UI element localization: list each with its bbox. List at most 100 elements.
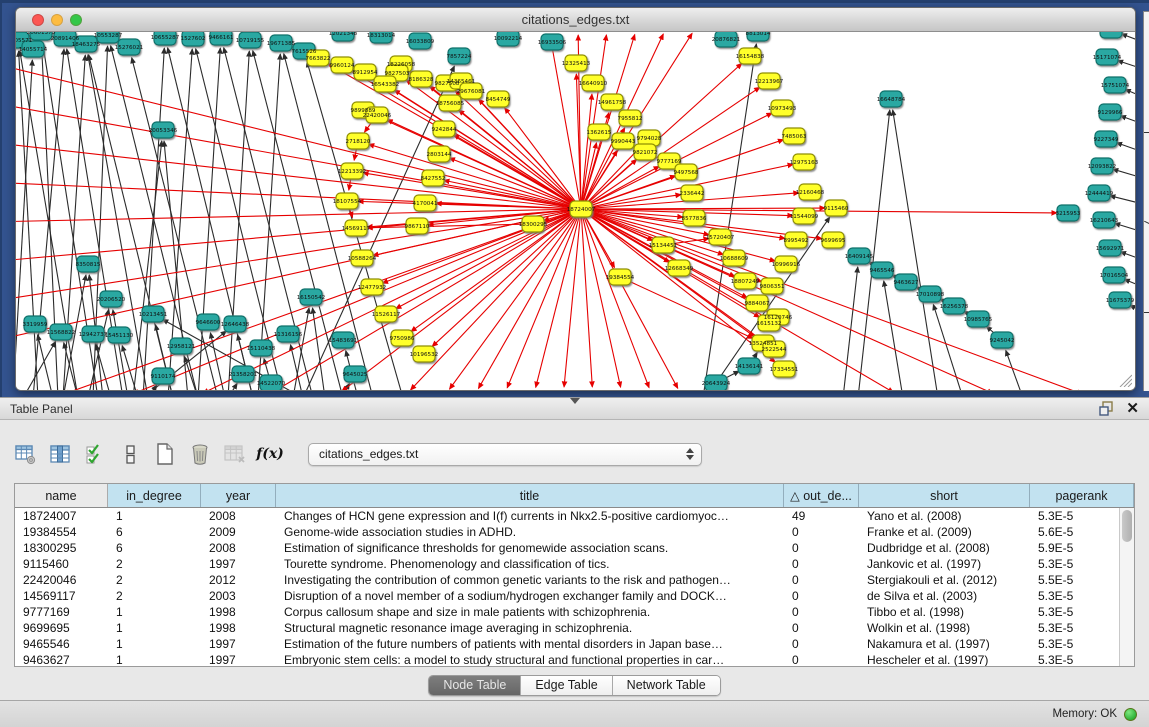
table-cell: 0 <box>784 620 859 636</box>
table-row[interactable]: 911546021997Tourette syndrome. Phenomeno… <box>15 556 1134 572</box>
table-cell: 2008 <box>201 540 276 556</box>
network-window-titlebar[interactable]: citations_edges.txt <box>16 8 1135 32</box>
graph-node-label: 8186328 <box>409 77 434 83</box>
graph-node-label: 1527602 <box>181 36 206 42</box>
graph-node-label: 12213967 <box>755 79 784 85</box>
splitter-handle[interactable] <box>570 398 580 404</box>
graph-node-label: 9699695 <box>821 238 846 244</box>
column-header-6[interactable]: pagerank <box>1030 484 1134 507</box>
graph-node-label: 17010898 <box>916 292 945 298</box>
table-scrollbar[interactable] <box>1119 508 1134 666</box>
function-builder-icon[interactable]: f(x) <box>259 443 281 465</box>
graph-node-label: 18756085 <box>436 101 465 107</box>
graph-node-label: 2803144 <box>427 152 452 158</box>
table-tabs: Node TableEdge TableNetwork Table <box>428 675 720 696</box>
float-panel-icon[interactable] <box>1099 401 1114 416</box>
create-column-icon[interactable] <box>154 443 176 465</box>
tab-edge-table[interactable]: Edge Table <box>521 676 612 695</box>
memory-status-icon[interactable] <box>1124 708 1137 721</box>
table-row[interactable]: 1938455462009Genome-wide association stu… <box>15 524 1134 540</box>
table-cell: Estimation of the future numbers of pati… <box>276 636 784 652</box>
column-header-4[interactable]: △ out_de... <box>784 484 859 507</box>
graph-node-label: 11316156 <box>274 332 303 338</box>
table-row[interactable]: 2242004622012Investigating the contribut… <box>15 572 1134 588</box>
column-header-3[interactable]: title <box>276 484 784 507</box>
network-window[interactable]: citations_edges.txt 13405571206013731405… <box>15 7 1136 391</box>
graph-node-label: 2522544 <box>762 347 787 353</box>
table-cell: Investigating the contribution of common… <box>276 572 784 588</box>
graph-node-label: 12942737 <box>79 332 108 338</box>
table-row[interactable]: 1456911722003Disruption of a novel membe… <box>15 588 1134 604</box>
graph-node-label: 16543382 <box>371 82 399 88</box>
table-row[interactable]: 946362711997Embryonic stem cells: a mode… <box>15 652 1134 666</box>
table-cell: 14569117 <box>15 588 108 604</box>
close-window-button[interactable] <box>32 14 44 26</box>
show-columns-icon[interactable] <box>49 443 71 465</box>
scrollbar-thumb[interactable] <box>1122 510 1132 542</box>
table-cell: 2012 <box>201 572 276 588</box>
graph-node-label: 12325413 <box>562 61 591 67</box>
table-cell: 0 <box>784 652 859 666</box>
select-columns-icon[interactable] <box>84 443 106 465</box>
graph-node-label: 12213392 <box>338 169 366 175</box>
graph-node-label: 9867110 <box>405 224 430 230</box>
resize-grip[interactable] <box>1118 373 1132 387</box>
table-cell: 0 <box>784 636 859 652</box>
graph-node-label: 12958121 <box>167 344 196 350</box>
tab-network-table[interactable]: Network Table <box>613 676 720 695</box>
table-cell: Corpus callosum shape and size in male p… <box>276 604 784 620</box>
column-header-0[interactable]: name <box>15 484 108 507</box>
graph-node-label: 14136141 <box>735 364 764 370</box>
table-row[interactable]: 1830029562008Estimation of significance … <box>15 540 1134 556</box>
graph-node-label: 9794028 <box>637 136 662 142</box>
graph-node-label: 11568822 <box>47 330 75 336</box>
table-cell: Genome-wide association studies in ADHD. <box>276 524 784 540</box>
table-cell: 49 <box>784 508 859 524</box>
network-canvas[interactable]: 1340557120601373140557142089140618463275… <box>16 32 1135 390</box>
graph-node-label: 16150542 <box>297 295 325 301</box>
graph-node-label: 29676081 <box>457 89 486 95</box>
column-header-1[interactable]: in_degree <box>108 484 201 507</box>
table-settings-icon[interactable] <box>14 443 36 465</box>
table-row[interactable]: 977716911998Corpus callosum shape and si… <box>15 604 1134 620</box>
graph-node-label: 20876821 <box>712 37 741 43</box>
table-row[interactable]: 1872400712008Changes of HCN gene express… <box>15 508 1134 524</box>
graph-node-label: 9497568 <box>674 170 699 176</box>
graph-node-label: 10996916 <box>772 262 801 268</box>
table-cell: 1998 <box>201 604 276 620</box>
graph-node-label: 19671385 <box>267 41 296 47</box>
row-mode-icon[interactable] <box>119 443 141 465</box>
graph-node-label: 14365461 <box>447 79 476 85</box>
graph-node-label: 10719155 <box>236 38 265 44</box>
column-header-5[interactable]: short <box>859 484 1030 507</box>
graph-node-label: 15483691 <box>329 338 358 344</box>
table-cell: Tibbo et al. (1998) <box>859 604 1030 620</box>
graph-node-label: 18463275 <box>72 42 101 48</box>
graph-node-label: 18724007 <box>567 207 596 213</box>
graph-node-label: 10196532 <box>410 352 438 358</box>
close-panel-icon[interactable]: ✕ <box>1126 401 1139 416</box>
graph-node-label: 15110438 <box>247 346 276 352</box>
delete-column-icon[interactable] <box>189 443 211 465</box>
tab-node-table[interactable]: Node Table <box>429 676 521 695</box>
graph-node-label: 2718120 <box>346 139 371 145</box>
zoom-window-button[interactable] <box>70 14 82 26</box>
graph-node-label: 9646600 <box>196 320 221 326</box>
graph-node-label: 4170041 <box>413 201 438 207</box>
graph-node-label: 9806351 <box>760 284 785 290</box>
table-cell: 2003 <box>201 588 276 604</box>
table-selector-dropdown[interactable]: citations_edges.txt <box>308 443 702 466</box>
table-cell: 9699695 <box>15 620 108 636</box>
table-row[interactable]: 946554611997Estimation of the future num… <box>15 636 1134 652</box>
table-cell: 1 <box>108 620 201 636</box>
graph-node-label: 9115460 <box>824 206 849 212</box>
graph-node-label: 16648784 <box>877 97 906 103</box>
graph-node-label: 20643924 <box>702 381 731 387</box>
column-header-2[interactable]: year <box>201 484 276 507</box>
graph-node-label: 20053346 <box>149 128 178 134</box>
graph-node-label: 16933506 <box>538 40 567 46</box>
minimize-window-button[interactable] <box>51 14 63 26</box>
window-controls <box>32 14 82 26</box>
table-row[interactable]: 969969511998Structural magnetic resonanc… <box>15 620 1134 636</box>
table-cell: 1 <box>108 508 201 524</box>
